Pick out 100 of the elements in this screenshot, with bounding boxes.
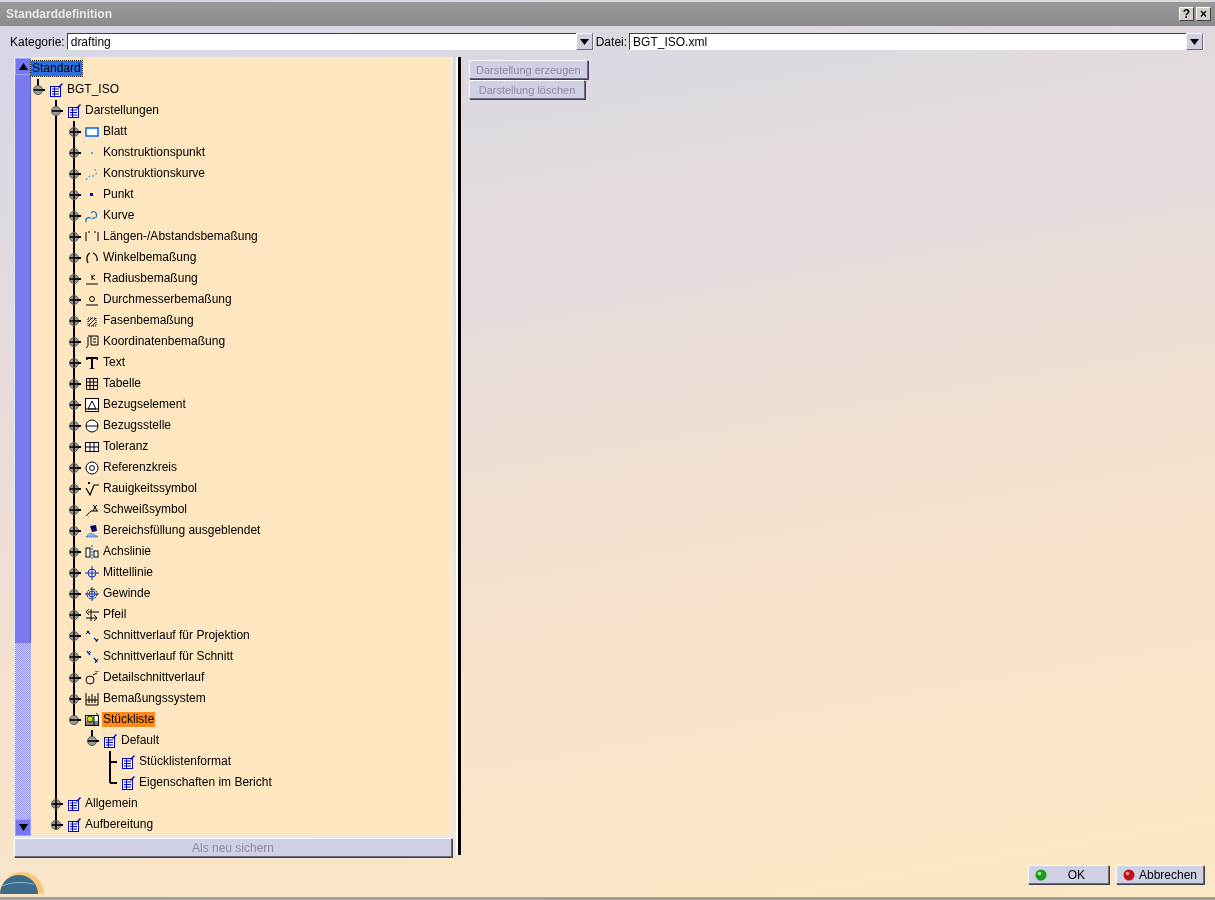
tree-item[interactable]: Bemaßungssystem: [102, 691, 207, 706]
tree-item[interactable]: Winkelbemaßung: [102, 250, 198, 265]
dashed-curve-icon: [85, 166, 99, 181]
tree-item[interactable]: Default: [120, 733, 161, 748]
tree-item[interactable]: Konstruktionskurve: [102, 166, 207, 181]
tree-item[interactable]: Text: [102, 355, 126, 370]
tree-item[interactable]: Radiusbemaßung: [102, 271, 199, 286]
axis-line-icon: [85, 544, 99, 559]
tree-item[interactable]: Koordinatenbemaßung: [102, 334, 227, 349]
area-fill-icon: [85, 523, 99, 538]
expand-toggle[interactable]: [67, 649, 81, 664]
expand-toggle[interactable]: [67, 670, 81, 685]
dropdown-field[interactable]: drafting: [66, 33, 594, 50]
tree-item[interactable]: Schnittverlauf für Schnitt: [102, 649, 235, 664]
expand-toggle[interactable]: [49, 817, 63, 832]
expand-toggle[interactable]: [67, 124, 81, 139]
expand-toggle[interactable]: [67, 439, 81, 454]
detail-circle-icon: [85, 670, 99, 685]
tree-item[interactable]: Schweißsymbol: [102, 502, 189, 517]
tree-item[interactable]: Eigenschaften im Bericht: [138, 775, 273, 790]
expand-toggle[interactable]: [67, 523, 81, 538]
expand-toggle[interactable]: [67, 712, 81, 727]
document-list-icon: [103, 733, 117, 748]
tree-item[interactable]: Kurve: [102, 208, 136, 223]
tree-item[interactable]: BGT_ISO: [66, 82, 120, 97]
help-button[interactable]: ?: [1179, 7, 1194, 21]
tree-item[interactable]: Toleranz: [102, 439, 150, 454]
expand-toggle[interactable]: [49, 103, 63, 118]
expand-toggle[interactable]: [67, 628, 81, 643]
tree-item[interactable]: Aufbereitung: [84, 817, 155, 832]
expand-toggle[interactable]: [67, 292, 81, 307]
tree-item[interactable]: Durchmesserbemaßung: [102, 292, 233, 307]
expand-toggle[interactable]: [67, 166, 81, 181]
curve-icon: [85, 208, 99, 223]
tree-item[interactable]: Bereichsfüllung ausgeblendet: [102, 523, 262, 538]
caret-icon[interactable]: [1190, 38, 1200, 45]
tree-item[interactable]: Punkt: [102, 187, 135, 202]
expand-toggle[interactable]: [85, 733, 99, 748]
tree-item[interactable]: Darstellungen: [84, 103, 161, 118]
expand-toggle[interactable]: [67, 208, 81, 223]
expand-toggle[interactable]: [49, 796, 63, 811]
bill-of-materials-icon: [85, 712, 99, 727]
document-list-icon: [67, 817, 81, 832]
tree-item[interactable]: Bezugselement: [102, 397, 187, 412]
ok-button[interactable]: OK: [1027, 865, 1109, 884]
expand-toggle[interactable]: [67, 544, 81, 559]
expand-toggle[interactable]: [67, 376, 81, 391]
tree-item[interactable]: Schnittverlauf für Projektion: [102, 628, 251, 643]
expand-toggle[interactable]: [67, 271, 81, 286]
dropdown-field[interactable]: BGT_ISO.xml: [629, 33, 1205, 50]
section-line-icon: [85, 628, 99, 643]
tree-item[interactable]: Stücklistenformat: [138, 754, 233, 769]
expand-toggle[interactable]: [67, 586, 81, 601]
expand-toggle[interactable]: [67, 502, 81, 517]
arrows-icon: [85, 607, 99, 622]
tree-item[interactable]: Rauigkeitssymbol: [102, 481, 199, 496]
expand-toggle[interactable]: [67, 187, 81, 202]
expand-toggle[interactable]: [67, 691, 81, 706]
connector-line: [110, 781, 117, 784]
vertical-scrollbar[interactable]: [15, 58, 31, 836]
balloon-icon: [85, 460, 99, 475]
expand-toggle[interactable]: [67, 355, 81, 370]
rectangle-icon: [85, 124, 99, 139]
expand-toggle[interactable]: [67, 313, 81, 328]
tree-item[interactable]: Gewinde: [102, 586, 152, 601]
close-button[interactable]: ×: [1196, 7, 1211, 21]
tree-item[interactable]: Mittellinie: [102, 565, 154, 580]
tree-item[interactable]: Standard: [31, 61, 82, 76]
expand-toggle[interactable]: [67, 334, 81, 349]
expand-toggle[interactable]: [31, 82, 45, 97]
expand-toggle[interactable]: [67, 481, 81, 496]
expand-toggle[interactable]: [67, 565, 81, 580]
tree-item[interactable]: Blatt: [102, 124, 128, 139]
tolerance-frame-icon: [85, 439, 99, 454]
tree-item[interactable]: Bezugsstelle: [102, 418, 173, 433]
tree-item[interactable]: Achslinie: [102, 544, 153, 559]
expand-toggle[interactable]: [67, 460, 81, 475]
scroll-up-arrow-icon[interactable]: [18, 63, 28, 70]
cancel-button[interactable]: Abbrechen: [1115, 865, 1204, 884]
expand-toggle[interactable]: [67, 229, 81, 244]
tree-item[interactable]: Fasenbemaßung: [102, 313, 195, 328]
expand-toggle[interactable]: [67, 250, 81, 265]
expand-toggle[interactable]: [67, 397, 81, 412]
caret-icon[interactable]: [579, 38, 589, 45]
tree-item[interactable]: Tabelle: [102, 376, 143, 391]
expand-toggle[interactable]: [67, 418, 81, 433]
field-label: Kategorie:: [10, 34, 65, 49]
tree-item[interactable]: Pfeil: [102, 607, 128, 622]
tree-item[interactable]: Referenzkreis: [102, 460, 179, 475]
tree-item[interactable]: Längen-/Abstandsbemaßung: [102, 229, 259, 244]
thread-icon: [85, 586, 99, 601]
expand-toggle[interactable]: [67, 607, 81, 622]
tree-item[interactable]: Stückliste: [102, 712, 156, 727]
window-title: Standarddefinition: [6, 7, 113, 21]
tree-item[interactable]: Allgemein: [84, 796, 139, 811]
tree-item[interactable]: Detailschnittverlauf: [102, 670, 206, 685]
globe-icon: [0, 872, 44, 894]
scroll-down-arrow-icon[interactable]: [18, 824, 28, 831]
tree-item[interactable]: Konstruktionspunkt: [102, 145, 207, 160]
expand-toggle[interactable]: [67, 145, 81, 160]
